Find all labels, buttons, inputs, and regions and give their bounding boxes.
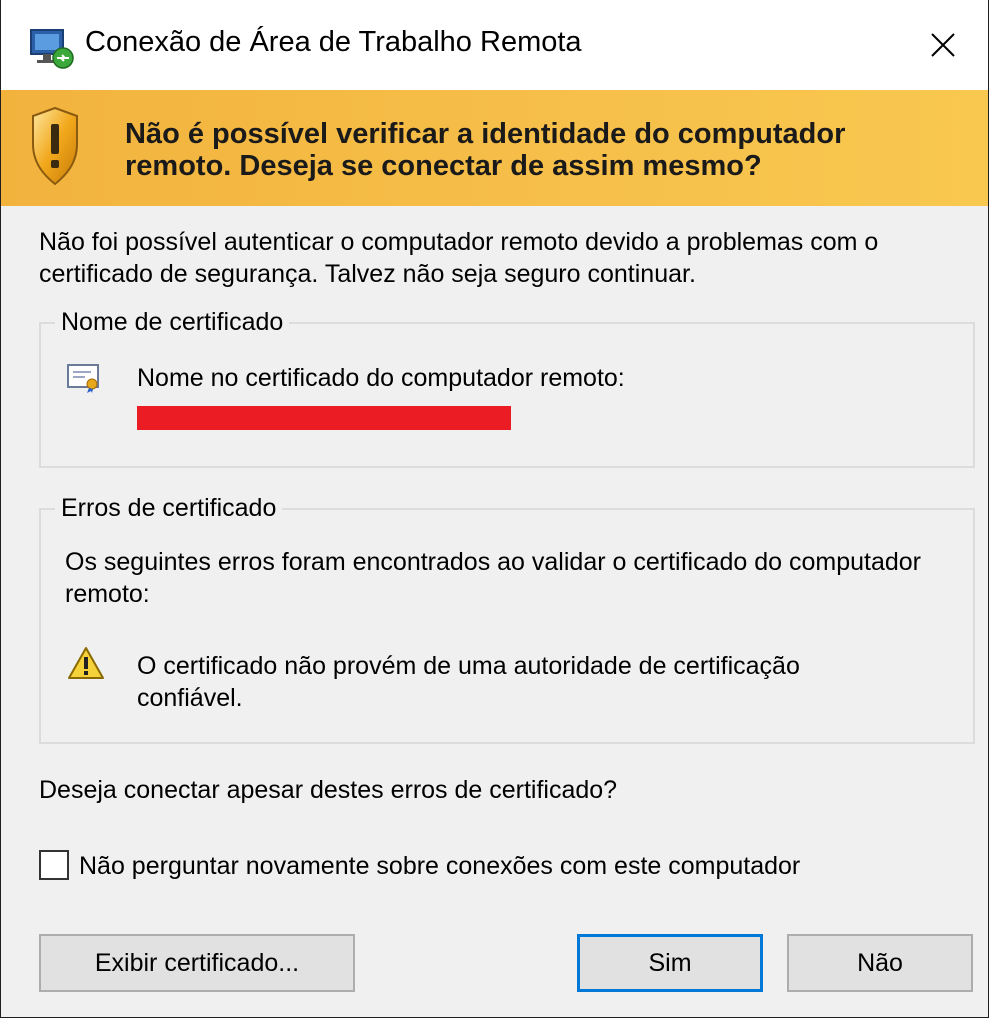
title-bar[interactable]: Conexão de Área de Trabalho Remota: [1, 0, 988, 90]
view-certificate-button[interactable]: Exibir certificado...: [39, 934, 355, 992]
errors-description: Os seguintes erros foram encontrados ao …: [65, 548, 922, 608]
yes-button[interactable]: Sim: [577, 934, 763, 992]
dont-ask-again-label[interactable]: Não perguntar novamente sobre conexões c…: [79, 850, 800, 882]
certificate-name-label: Nome no certificado do computador remoto…: [137, 364, 625, 392]
certificate-icon: [67, 364, 99, 393]
warning-banner: Não é possível verificar a identidade do…: [1, 90, 988, 206]
redacted-certificate-name: [137, 406, 511, 430]
warning-triangle-icon: [68, 647, 104, 679]
window-title: Conexão de Área de Trabalho Remota: [85, 26, 582, 58]
intro-text: Não foi possível autenticar o computador…: [39, 228, 879, 288]
certificate-error-item: O certificado não provém de uma autorida…: [137, 652, 800, 712]
connect-question: Deseja conectar apesar destes erros de c…: [39, 776, 618, 804]
certificate-name-group: Nome de certificado: [39, 306, 975, 468]
no-button[interactable]: Não: [787, 934, 973, 992]
rdp-certificate-dialog: Conexão de Área de Trabalho Remota Não é…: [0, 0, 989, 1018]
close-button[interactable]: [898, 0, 988, 90]
banner-message: Não é possível verificar a identidade do…: [125, 118, 846, 182]
close-icon: [931, 33, 955, 57]
certificate-name-legend: Nome de certificado: [55, 306, 290, 338]
remote-desktop-icon: [30, 29, 74, 69]
dont-ask-again-checkbox[interactable]: [39, 850, 69, 880]
certificate-errors-legend: Erros de certificado: [55, 492, 283, 524]
security-shield-warning-icon: [32, 106, 78, 186]
